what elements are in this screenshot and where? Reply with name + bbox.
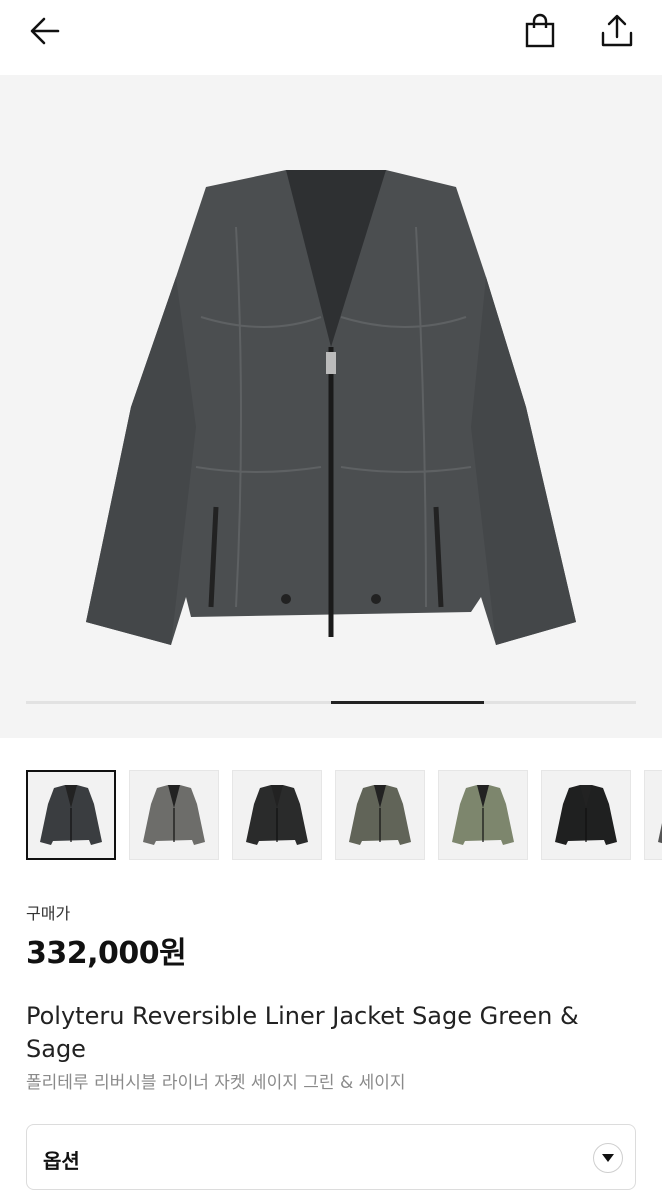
share-upload-icon [601, 14, 633, 47]
jacket-thumbnail-icon [349, 785, 411, 845]
product-image-gallery[interactable] [0, 75, 662, 738]
thumb-black-2[interactable] [541, 770, 631, 860]
thumbnail-strip[interactable] [26, 770, 662, 862]
share-button[interactable] [598, 12, 636, 50]
jacket-thumbnail-icon [452, 785, 514, 845]
thumb-olive-grey[interactable] [335, 770, 425, 860]
jacket-thumbnail-icon [143, 785, 205, 845]
jacket-thumbnail-icon [658, 823, 662, 844]
option-select[interactable]: 옵션 [26, 1124, 636, 1190]
product-title-ko: 폴리테루 리버시블 라이너 자켓 세이지 그린 & 세이지 [26, 1073, 406, 1093]
jacket-thumbnail-icon [555, 785, 617, 845]
product-jacket-image [86, 170, 576, 645]
thumb-black[interactable] [232, 770, 322, 860]
product-title-en: Polyteru Reversible Liner Jacket Sage Gr… [26, 1002, 579, 1063]
shopping-bag-button[interactable] [521, 12, 559, 50]
back-button[interactable] [26, 12, 64, 50]
thumb-dark-charcoal[interactable] [26, 770, 116, 860]
thumb-partial[interactable] [644, 770, 662, 860]
thumb-grey[interactable] [129, 770, 219, 860]
chevron-down-icon [593, 1143, 623, 1173]
arrow-left-icon [30, 17, 60, 45]
option-label: 옵션 [43, 1149, 80, 1173]
product-price: 332,000원 [26, 936, 187, 971]
price-label: 구매가 [26, 904, 71, 923]
shopping-bag-icon [525, 13, 555, 48]
top-nav-bar [0, 0, 662, 75]
gallery-progress-indicator [331, 701, 484, 704]
thumb-sage-green[interactable] [438, 770, 528, 860]
gallery-progress-track [26, 701, 636, 704]
jacket-thumbnail-icon [40, 785, 102, 845]
jacket-thumbnail-icon [246, 785, 308, 845]
